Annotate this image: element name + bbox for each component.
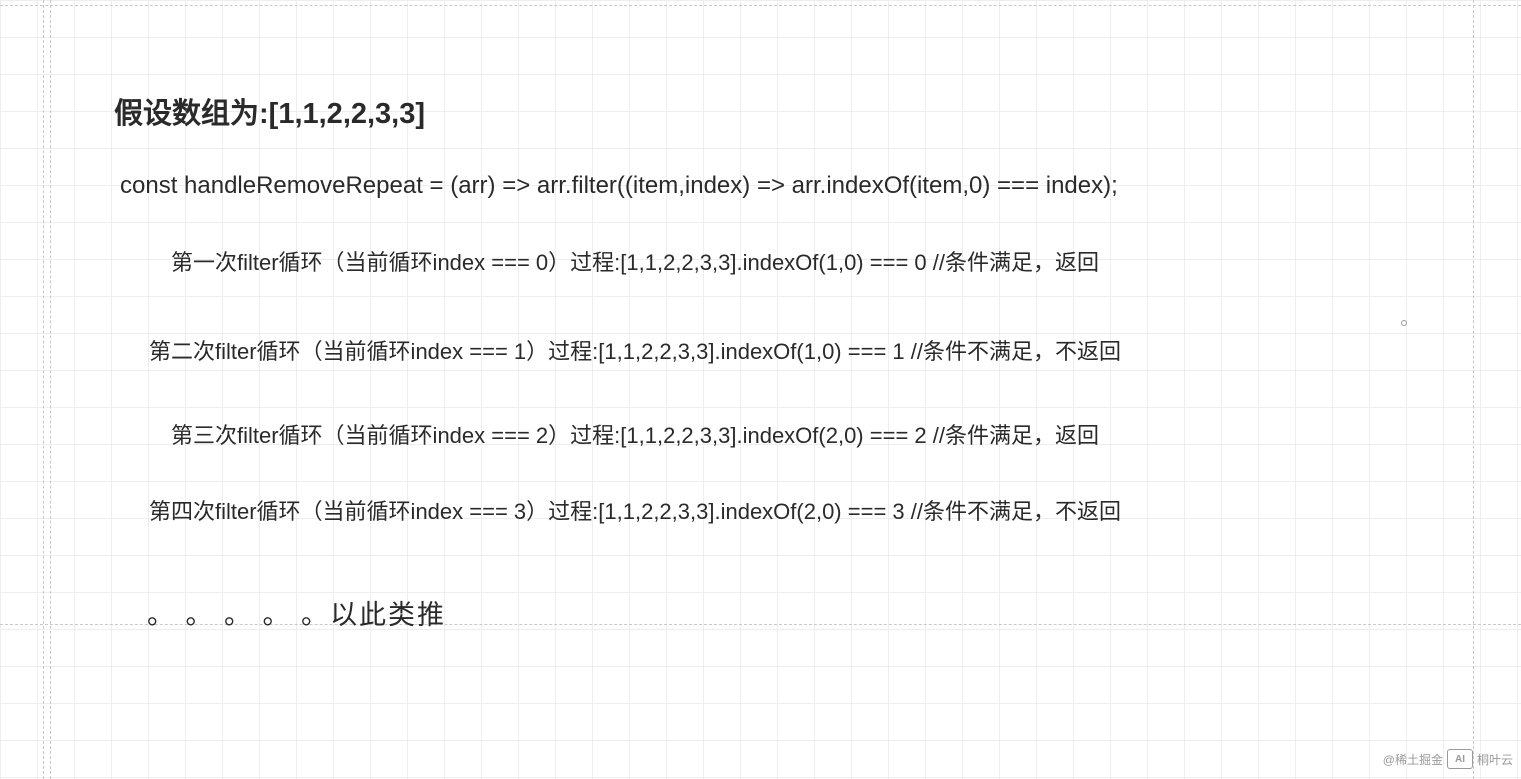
ai-badge-icon: AI <box>1447 749 1473 769</box>
handle-dot <box>1401 320 1407 326</box>
step-3: 第三次filter循环（当前循环index === 2）过程:[1,1,2,2,… <box>171 418 1099 450</box>
watermark: @稀土掘金 AI 桐叶云 <box>1383 749 1513 769</box>
step-4: 第四次filter循环（当前循环index === 3）过程:[1,1,2,2,… <box>149 494 1121 526</box>
guide-horizontal <box>0 5 1521 6</box>
code-snippet: const handleRemoveRepeat = (arr) => arr.… <box>120 172 1118 200</box>
guide-vertical <box>43 0 44 779</box>
watermark-left: @稀土掘金 <box>1383 751 1443 768</box>
step-2: 第二次filter循环（当前循环index === 1）过程:[1,1,2,2,… <box>149 334 1121 366</box>
step-1: 第一次filter循环（当前循环index === 0）过程:[1,1,2,2,… <box>171 245 1099 277</box>
guide-vertical <box>1473 0 1474 779</box>
watermark-right: 桐叶云 <box>1477 751 1513 768</box>
guide-vertical <box>50 0 51 779</box>
heading-array-assumption: 假设数组为:[1,1,2,2,3,3] <box>114 90 425 132</box>
ending-text: 。 。 。 。 。以此类推 <box>147 593 446 632</box>
